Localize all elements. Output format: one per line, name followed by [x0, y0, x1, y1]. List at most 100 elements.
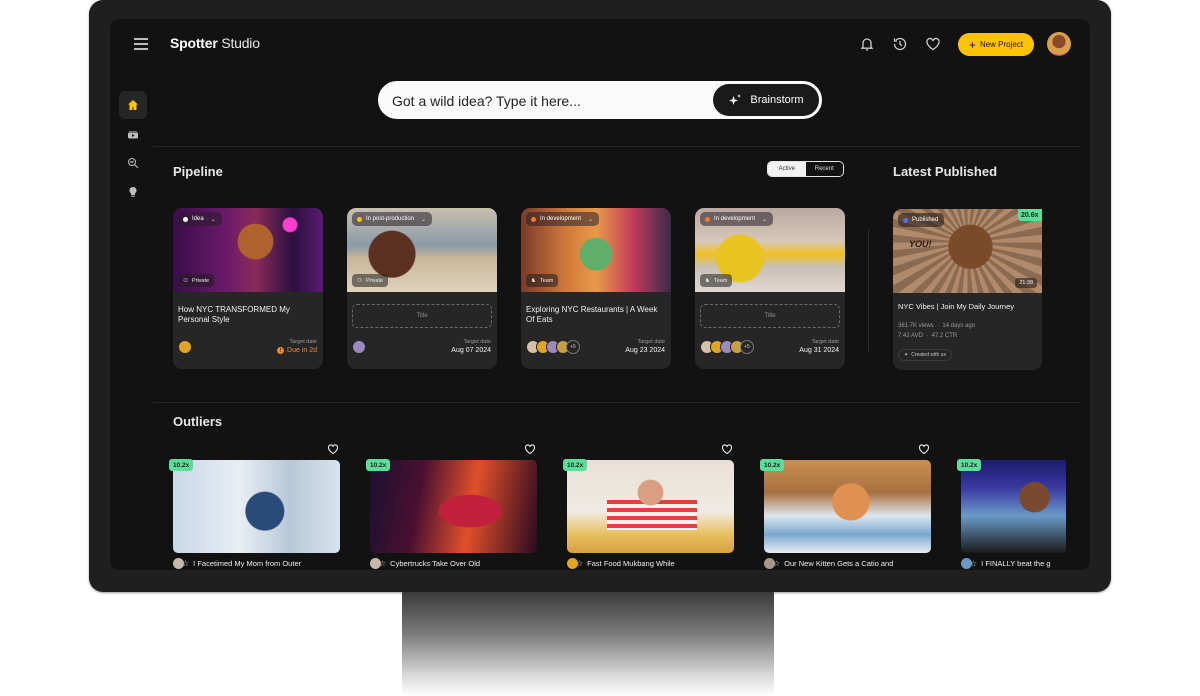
video-title: NYC Vibes | Join My Daily Journey	[898, 302, 1015, 311]
status-dot	[531, 216, 536, 222]
pipeline-card[interactable]: Idea ⌄ ⚇ Private How NYC TRANSFORMED My …	[173, 208, 323, 369]
published-status: Published	[898, 213, 945, 227]
outlier-meta: ☆ I Facetimed My Mom from Outer	[173, 558, 301, 569]
card-title: How NYC TRANSFORMED My Personal Style	[178, 305, 290, 324]
user-avatar[interactable]	[1047, 32, 1071, 56]
home-icon	[128, 100, 138, 110]
outlier-thumbnail[interactable]	[567, 460, 734, 553]
outlier-multiplier-badge: 10.2x	[366, 459, 391, 471]
outlier-thumbnail[interactable]	[764, 460, 931, 553]
status-dropdown[interactable]: In post-production ⌄	[352, 212, 433, 226]
heart-icon[interactable]	[721, 442, 733, 455]
title-input[interactable]: Title	[352, 304, 492, 328]
sidebar-item-home[interactable]	[119, 91, 147, 119]
sidebar-item-research[interactable]	[119, 149, 147, 177]
ctr-value: 47.2 CTR	[931, 333, 958, 339]
top-bar: Spotter Studio + New Project	[110, 19, 1090, 71]
history-icon[interactable]	[892, 36, 908, 52]
pipeline-card[interactable]: In post-production ⌄ ⚇ Private Title Tar…	[347, 208, 497, 369]
star-icon[interactable]: ☆	[576, 559, 583, 568]
video-age: 14 days ago	[942, 323, 976, 329]
status-dropdown[interactable]: In development ⌄	[526, 212, 600, 226]
idea-input[interactable]	[392, 91, 702, 111]
sidebar	[119, 91, 147, 207]
outlier-thumbnail[interactable]	[173, 460, 340, 553]
idea-bar: Brainstorm	[378, 81, 822, 119]
pipeline-title: Pipeline	[173, 164, 223, 179]
outlier-title[interactable]: Fast Food Mukbang While	[587, 559, 675, 568]
star-icon[interactable]: ☆	[773, 559, 780, 568]
heart-icon[interactable]	[327, 442, 339, 455]
target-date-value: Aug 31 2024	[799, 347, 839, 354]
visibility-badge: ♞ Team	[526, 274, 559, 287]
collaborators	[178, 340, 192, 354]
status-label: In development	[540, 216, 582, 222]
outlier-title[interactable]: Cybertrucks Take Over Old	[390, 559, 480, 568]
outlier-title[interactable]: Our New Kitten Gets a Catio and	[784, 559, 893, 568]
views-count: 361.7K views	[898, 323, 934, 329]
visibility-label: Private	[365, 277, 384, 284]
more-collaborators[interactable]: +5	[566, 340, 580, 354]
target-date-value: Aug 23 2024	[625, 347, 665, 354]
brainstorm-button[interactable]: Brainstorm	[713, 84, 819, 116]
visibility-badge: ⚇ Private	[178, 274, 215, 287]
sidebar-item-ideas[interactable]	[119, 178, 147, 206]
collaborators: +5	[700, 340, 754, 354]
favorites-heart-icon[interactable]	[925, 36, 941, 52]
pipeline-card[interactable]: In development ⌄ ♞ Team Title +5 Target …	[695, 208, 845, 369]
outlier-thumbnail[interactable]	[370, 460, 537, 553]
outlier-meta: ☆ Our New Kitten Gets a Catio and	[764, 558, 893, 569]
pipeline-toggle: Active Recent	[767, 161, 844, 177]
more-collaborators[interactable]: +5	[740, 340, 754, 354]
toggle-recent[interactable]: Recent	[805, 162, 843, 176]
heart-icon[interactable]	[524, 442, 536, 455]
card-title: Exploring NYC Restaurants | A Week Of Ea…	[526, 305, 658, 324]
visibility-label: Private	[191, 277, 210, 284]
toggle-active[interactable]: Active	[768, 162, 806, 176]
menu-icon[interactable]	[134, 38, 148, 50]
status-dot	[357, 216, 362, 222]
target-date-label: Target date	[637, 339, 665, 345]
target-date: Target date Aug 31 2024	[799, 339, 839, 354]
outlier-multiplier-badge: 10.2x	[169, 459, 194, 471]
outlier-multiplier-badge: 10.2x	[957, 459, 982, 471]
outlier-title[interactable]: I FINALLY beat the g	[981, 559, 1050, 568]
bell-icon[interactable]	[859, 36, 875, 52]
star-icon[interactable]: ☆	[182, 559, 189, 568]
video-folder-icon	[128, 131, 138, 139]
sparkles-icon: ✦	[904, 352, 909, 358]
sidebar-item-videos[interactable]	[119, 120, 147, 148]
outlier-thumbnail[interactable]	[961, 460, 1066, 553]
target-date: Target date Aug 07 2024	[451, 339, 491, 354]
app-screen: Spotter Studio + New Project Got a wild …	[110, 19, 1090, 570]
title-input[interactable]: Title	[700, 304, 840, 328]
team-icon: ♞	[705, 277, 710, 284]
star-icon[interactable]: ☆	[379, 559, 386, 568]
status-dot	[705, 216, 710, 222]
collaborators: +5	[526, 340, 580, 354]
heart-icon[interactable]	[918, 442, 930, 455]
visibility-label: Team	[539, 277, 554, 284]
star-icon[interactable]: ☆	[970, 559, 977, 568]
outliers-title: Outliers	[173, 414, 223, 429]
created-label: Created with us	[911, 352, 946, 358]
status-dropdown[interactable]: In development ⌄	[700, 212, 774, 226]
outlier-multiplier-badge: 10.2x	[563, 459, 588, 471]
monitor-stand	[402, 592, 774, 696]
target-date-value: Aug 07 2024	[451, 347, 491, 354]
status-dropdown[interactable]: Idea ⌄	[178, 212, 222, 226]
outlier-multiplier-badge: 10.2x	[760, 459, 785, 471]
outlier-meta: ☆ Cybertrucks Take Over Old	[370, 558, 480, 569]
new-project-button[interactable]: + New Project	[958, 33, 1034, 56]
brand-logo[interactable]: Spotter Studio	[170, 35, 260, 51]
status-dot	[183, 216, 188, 222]
plus-icon: +	[968, 37, 976, 52]
visibility-badge: ♞ Team	[700, 274, 733, 287]
outlier-title[interactable]: I Facetimed My Mom from Outer	[193, 559, 301, 568]
pipeline-card[interactable]: In development ⌄ ♞ Team Exploring NYC Re…	[521, 208, 671, 369]
published-video-card[interactable]: YOU! Published 21:38 NYC Vibes | Join My…	[893, 209, 1042, 370]
status-label: In post-production	[366, 216, 415, 222]
chevron-down-icon: ⌄	[421, 216, 427, 223]
target-date-value: ! Due in 2d	[277, 347, 317, 354]
thumbnail-text: YOU!	[909, 239, 932, 249]
